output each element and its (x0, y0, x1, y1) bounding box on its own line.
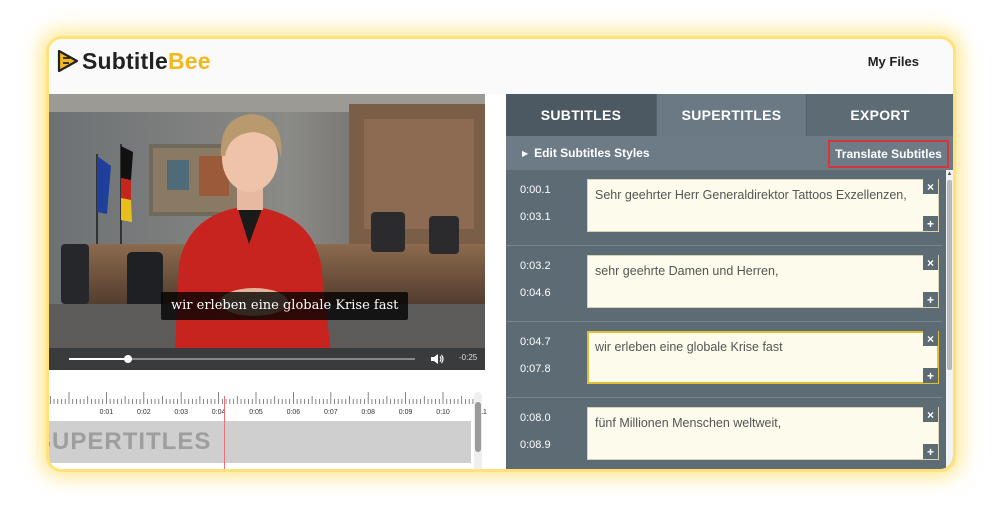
subtitle-start-time[interactable]: 0:04.7 (520, 336, 551, 348)
timeline-tick-label: 0:07 (323, 409, 338, 416)
seek-bar[interactable] (69, 355, 415, 363)
subtitle-list-scrollbar[interactable]: ▲ (946, 170, 953, 469)
seek-bar-thumb[interactable] (123, 355, 132, 363)
logo-text: SubtitleBee (82, 49, 211, 73)
timeline-tick-label: 0:09 (398, 409, 413, 416)
subtitle-list-scrollbar-thumb[interactable] (947, 180, 952, 370)
subtitle-row: 0:08.0 0:08.9 fünf Millionen Menschen we… (506, 398, 942, 469)
timeline-scrollbar-thumb[interactable] (475, 402, 481, 452)
bee-logo-icon (57, 49, 79, 73)
add-subtitle-icon[interactable]: + (923, 368, 938, 383)
delete-subtitle-icon[interactable]: × (923, 255, 938, 270)
add-subtitle-icon[interactable]: + (923, 292, 938, 307)
subtitle-text-field-active[interactable]: wir erleben eine globale Krise fast (587, 331, 939, 384)
subtitle-text-field[interactable]: Sehr geehrter Herr Generaldirektor Tatto… (587, 179, 939, 232)
add-subtitle-icon[interactable]: + (923, 444, 938, 459)
translate-subtitles-button[interactable]: Translate Subtitles (828, 140, 949, 168)
subtitle-start-time[interactable]: 0:00.1 (520, 184, 551, 196)
subtitle-row-active: 0:04.7 0:07.8 wir erleben eine globale K… (506, 322, 942, 398)
subtitle-row: 0:00.1 0:03.1 Sehr geehrter Herr General… (506, 170, 942, 246)
timeline-tick-label: 0:10 (436, 409, 450, 416)
app-window: SubtitleBee My Files wir erleben eine gl… (46, 36, 956, 472)
tab-supertitles[interactable]: SUPERTITLES (656, 94, 807, 136)
my-files-link[interactable]: My Files (868, 54, 919, 69)
timeline-scrollbar[interactable] (474, 392, 482, 469)
subtitle-text-field[interactable]: sehr geehrte Damen und Herren, (587, 255, 939, 308)
logo-text-subtitle: Subtitle (82, 48, 168, 74)
subtitle-end-time[interactable]: 0:08.9 (520, 439, 551, 451)
subtitle-end-time[interactable]: 0:07.8 (520, 363, 551, 375)
supertitles-track-label: SUPERTITLES (49, 428, 212, 455)
edit-subtitles-styles-label: Edit Subtitles Styles (534, 146, 650, 160)
timeline-tick-label: 0:02 (136, 409, 151, 416)
timeline-tick-label: 0:08 (361, 409, 375, 416)
edit-subtitles-styles-toggle[interactable]: ▶ Edit Subtitles Styles (522, 146, 650, 160)
subtitle-editor-panel: SUBTITLES SUPERTITLES EXPORT ▶ Edit Subti… (506, 94, 953, 469)
tab-subtitles[interactable]: SUBTITLES (506, 94, 656, 136)
caret-right-icon: ▶ (522, 149, 529, 158)
delete-subtitle-icon[interactable]: × (923, 407, 938, 422)
supertitles-track[interactable]: SUPERTITLES (49, 421, 471, 463)
volume-icon[interactable] (430, 353, 444, 365)
timeline-ruler (49, 392, 474, 404)
time-remaining: -0:25 (459, 353, 478, 362)
add-subtitle-icon[interactable]: + (923, 216, 938, 231)
subtitle-end-time[interactable]: 0:04.6 (520, 287, 551, 299)
video-player[interactable]: wir erleben eine globale Krise fast -0:2… (49, 94, 485, 370)
scroll-up-arrow-icon[interactable]: ▲ (946, 170, 953, 178)
top-header: SubtitleBee My Files (49, 39, 953, 94)
logo-text-bee: Bee (167, 48, 211, 74)
delete-subtitle-icon[interactable]: × (923, 331, 938, 346)
timeline-tick-label: 0:06 (286, 409, 301, 416)
video-controls: -0:25 (49, 348, 485, 370)
subtitle-text-field[interactable]: fünf Millionen Menschen weltweit, (587, 407, 939, 460)
timeline-tick-label: 0:01 (99, 409, 114, 416)
subtitlebee-logo[interactable]: SubtitleBee (57, 49, 211, 73)
timeline-tick-label: 0:05 (249, 409, 263, 416)
seek-bar-progress (69, 358, 128, 360)
video-frame (49, 94, 485, 370)
subtitle-list: 0:00.1 0:03.1 Sehr geehrter Herr General… (506, 170, 953, 469)
panel-tabs: SUBTITLES SUPERTITLES EXPORT (506, 94, 953, 136)
tab-export[interactable]: EXPORT (807, 94, 953, 136)
timeline-playhead[interactable] (224, 396, 225, 469)
panel-subbar: ▶ Edit Subtitles Styles Translate Subtitl… (506, 136, 953, 170)
video-caption: wir erleben eine globale Krise fast (161, 292, 409, 320)
subtitle-row: 0:03.2 0:04.6 sehr geehrte Damen und Her… (506, 246, 942, 322)
timeline-editor[interactable]: 0:01 0:02 0:03 0:04 0:05 0:06 0:07 0:08 0:09 0:10… (49, 370, 487, 469)
subtitle-start-time[interactable]: 0:03.2 (520, 260, 551, 272)
subtitle-start-time[interactable]: 0:08.0 (520, 412, 551, 424)
subtitle-end-time[interactable]: 0:03.1 (520, 211, 551, 223)
timeline-tick-label: 0:03 (174, 409, 188, 416)
delete-subtitle-icon[interactable]: × (923, 179, 938, 194)
